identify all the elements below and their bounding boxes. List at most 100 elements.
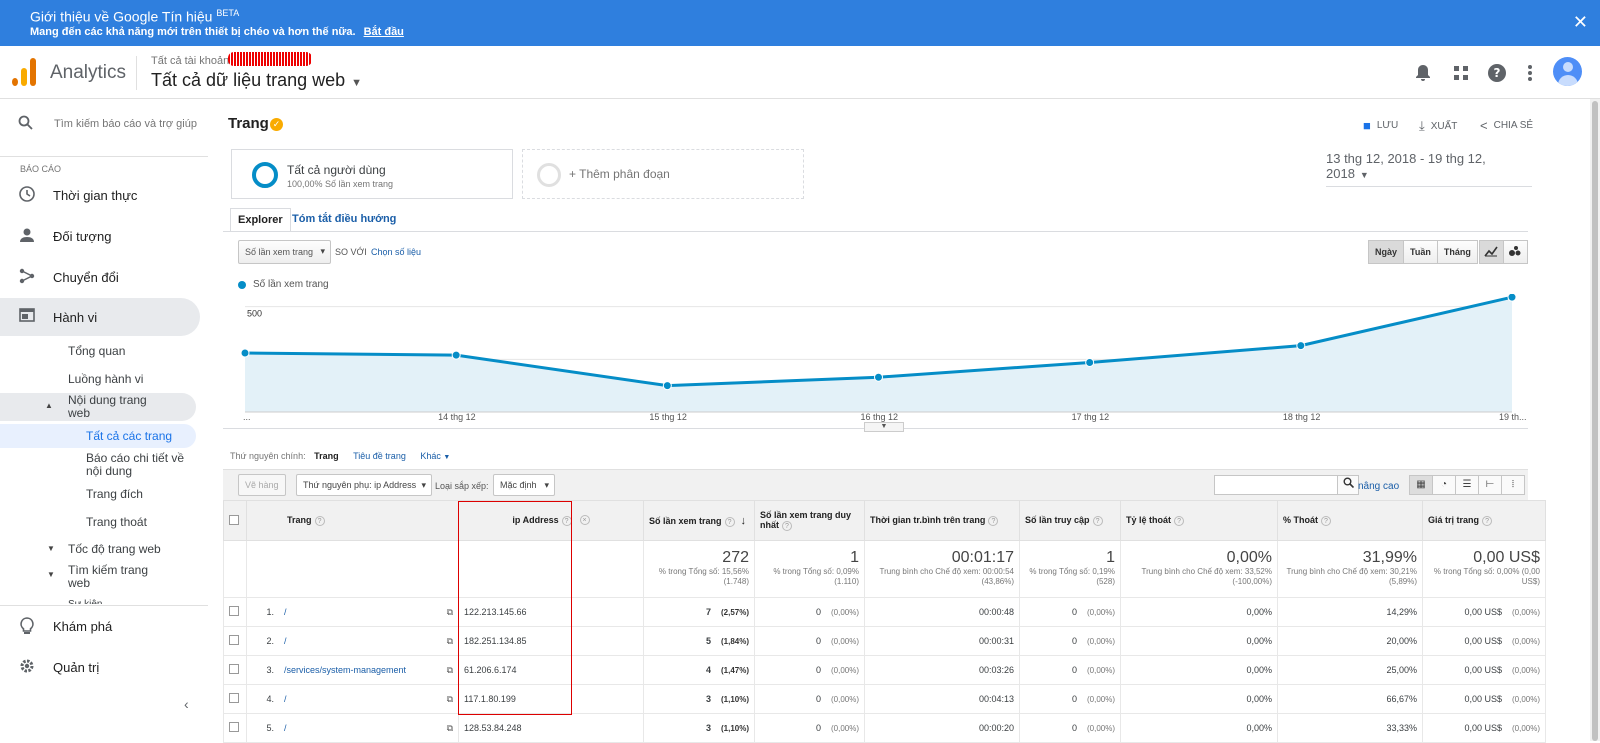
sidebar-sub-exit-pages[interactable]: Trang thoát bbox=[86, 515, 147, 529]
sidebar-sub-all-pages[interactable]: Tất cả các trang bbox=[0, 424, 196, 448]
analytics-logo-icon[interactable] bbox=[12, 58, 36, 86]
open-link-icon[interactable]: ⧉ bbox=[447, 723, 453, 734]
date-range-picker[interactable]: 13 thg 12, 2018 - 19 thg 12, 2018 ▼ bbox=[1326, 151, 1532, 187]
remove-dimension-icon[interactable]: × bbox=[579, 515, 590, 525]
add-segment-button[interactable]: + Thêm phân đoạn bbox=[522, 149, 804, 199]
dimension-page-title[interactable]: Tiêu đề trang bbox=[353, 451, 406, 461]
col-header-avg-time[interactable]: Thời gian tr.bình trên trang? bbox=[864, 500, 1020, 541]
sidebar-item-realtime[interactable]: Thời gian thực bbox=[0, 176, 200, 214]
help-icon[interactable]: ? bbox=[782, 521, 792, 531]
col-header-page-value[interactable]: Giá trị trang? bbox=[1422, 500, 1546, 541]
sidebar-sub-overview[interactable]: Tổng quan bbox=[68, 344, 125, 358]
col-header-bounce-rate[interactable]: Tỷ lệ thoát? bbox=[1120, 500, 1278, 541]
checkbox[interactable] bbox=[229, 635, 239, 645]
row-checkbox-cell[interactable] bbox=[223, 626, 247, 656]
period-week-button[interactable]: Tuần bbox=[1403, 240, 1438, 264]
save-button[interactable]: ■ LƯU bbox=[1363, 118, 1398, 133]
help-icon[interactable]: ? bbox=[1092, 516, 1103, 526]
performance-view-icon[interactable]: ☰ bbox=[1455, 475, 1479, 495]
sidebar-item-discover[interactable]: Khám phá bbox=[0, 607, 200, 645]
secondary-dimension-dropdown[interactable]: Thứ nguyên phụ: ip Address ▾ bbox=[296, 474, 432, 496]
comparison-view-icon[interactable]: ⊢ bbox=[1478, 475, 1502, 495]
sidebar-sub-landing-pages[interactable]: Trang đích bbox=[86, 487, 143, 501]
data-point[interactable] bbox=[1085, 357, 1095, 367]
user-avatar[interactable] bbox=[1553, 57, 1582, 86]
search-icon[interactable] bbox=[1337, 475, 1359, 495]
data-point[interactable] bbox=[1507, 294, 1517, 302]
help-icon[interactable]: ? bbox=[1174, 516, 1185, 526]
property-selector[interactable]: Tất cả dữ liệu trang web ▼ bbox=[151, 70, 362, 91]
banner-close-icon[interactable]: ✕ bbox=[1573, 12, 1588, 33]
col-header-unique-pageviews[interactable]: Số lần xem trang duy nhất? bbox=[754, 500, 865, 541]
export-button[interactable]: ⤓ XUẤT bbox=[1419, 118, 1457, 134]
page-cell[interactable]: 3. /services/system-management ⧉ bbox=[246, 655, 459, 685]
sidebar-sub-behavior-flow[interactable]: Luồng hành vi bbox=[68, 372, 143, 386]
dimension-page[interactable]: Trang bbox=[314, 451, 339, 461]
motion-chart-icon[interactable] bbox=[1503, 240, 1528, 264]
sort-desc-arrow-icon[interactable]: ↓ bbox=[741, 515, 747, 527]
row-checkbox-cell[interactable] bbox=[223, 713, 247, 743]
checkbox[interactable] bbox=[229, 722, 239, 732]
help-icon[interactable]: ? bbox=[314, 516, 325, 526]
sidebar-item-conversions[interactable]: Chuyển đổi bbox=[0, 258, 200, 296]
notifications-bell-icon[interactable] bbox=[1413, 63, 1433, 83]
open-link-icon[interactable]: ⧉ bbox=[447, 636, 453, 647]
sidebar-sub-site-search[interactable]: ▼ Tìm kiếm trang web bbox=[47, 564, 168, 590]
row-checkbox-cell[interactable] bbox=[223, 655, 247, 685]
col-header-ip[interactable]: ip Address? × bbox=[458, 500, 644, 541]
chart-resize-handle-icon[interactable]: ▼ bbox=[864, 422, 904, 432]
page-link[interactable]: / bbox=[284, 607, 287, 617]
sidebar-item-audience[interactable]: Đối tượng bbox=[0, 217, 200, 255]
checkbox[interactable] bbox=[229, 693, 239, 703]
col-header-entrances[interactable]: Số lần truy cập? bbox=[1019, 500, 1121, 541]
period-day-button[interactable]: Ngày bbox=[1368, 240, 1405, 264]
page-link[interactable]: / bbox=[284, 636, 287, 646]
pivot-view-icon[interactable]: ⦙ bbox=[1501, 475, 1525, 495]
page-cell[interactable]: 2. / ⧉ bbox=[246, 626, 459, 656]
help-icon[interactable]: ? bbox=[988, 516, 999, 526]
open-link-icon[interactable]: ⧉ bbox=[447, 665, 453, 676]
page-link[interactable]: / bbox=[284, 694, 287, 704]
scrollbar-thumb[interactable] bbox=[1592, 101, 1598, 741]
collapse-sidebar-icon[interactable]: ‹ bbox=[184, 696, 189, 712]
sidebar-item-behavior[interactable]: Hành vi bbox=[0, 298, 200, 336]
help-icon[interactable]: ? bbox=[1487, 63, 1507, 83]
sort-type-dropdown[interactable]: Mặc định ▾ bbox=[493, 474, 555, 496]
help-icon[interactable]: ? bbox=[1321, 516, 1331, 526]
data-point[interactable] bbox=[1296, 341, 1306, 351]
sidebar-sub-site-speed[interactable]: ▼ Tốc độ trang web bbox=[47, 542, 161, 556]
page-link[interactable]: / bbox=[284, 723, 287, 733]
segment-all-users[interactable]: Tất cả người dùng 100,00% Số lần xem tra… bbox=[231, 149, 513, 199]
metric-dropdown[interactable]: Số lần xem trang bbox=[238, 240, 331, 264]
help-icon[interactable]: ? bbox=[561, 516, 572, 526]
col-header-page[interactable]: Trang? bbox=[246, 500, 459, 541]
checkbox[interactable] bbox=[229, 514, 239, 525]
more-vert-icon[interactable] bbox=[1520, 63, 1540, 83]
banner-start-link[interactable]: Bắt đầu bbox=[364, 26, 404, 38]
page-cell[interactable]: 5. / ⧉ bbox=[246, 713, 459, 743]
table-view-icon[interactable]: ▦ bbox=[1409, 475, 1433, 495]
help-icon[interactable]: ? bbox=[724, 516, 735, 527]
page-cell[interactable]: 4. / ⧉ bbox=[246, 684, 459, 714]
data-point[interactable] bbox=[451, 350, 461, 360]
advanced-filter-link[interactable]: nâng cao bbox=[1358, 481, 1399, 492]
data-point[interactable] bbox=[874, 372, 883, 382]
account-breadcrumb[interactable]: Tất cả tài khoản > bbox=[151, 55, 239, 67]
tab-navigation-summary[interactable]: Tóm tắt điều hướng bbox=[285, 208, 403, 232]
select-metric-link[interactable]: Chọn số liệu bbox=[371, 247, 421, 257]
dimension-other[interactable]: Khác ▼ bbox=[420, 451, 450, 461]
tab-explorer[interactable]: Explorer bbox=[230, 208, 291, 232]
share-button[interactable]: < CHIA SẺ bbox=[1480, 118, 1533, 133]
period-month-button[interactable]: Tháng bbox=[1436, 240, 1478, 264]
plot-rows-button[interactable]: Vẽ hàng bbox=[238, 474, 286, 496]
row-checkbox-cell[interactable] bbox=[223, 597, 247, 627]
col-header-exit-pct[interactable]: % Thoát? bbox=[1277, 500, 1423, 541]
help-icon[interactable]: ? bbox=[1482, 516, 1493, 526]
line-chart-icon[interactable] bbox=[1479, 240, 1504, 264]
data-point[interactable] bbox=[240, 348, 250, 358]
open-link-icon[interactable]: ⧉ bbox=[447, 607, 453, 618]
page-scrollbar[interactable] bbox=[1590, 99, 1600, 741]
data-point[interactable] bbox=[662, 381, 672, 391]
sidebar-search[interactable]: Tìm kiếm báo cáo và trợ giúp bbox=[0, 109, 208, 139]
select-all-checkbox[interactable] bbox=[223, 500, 247, 541]
